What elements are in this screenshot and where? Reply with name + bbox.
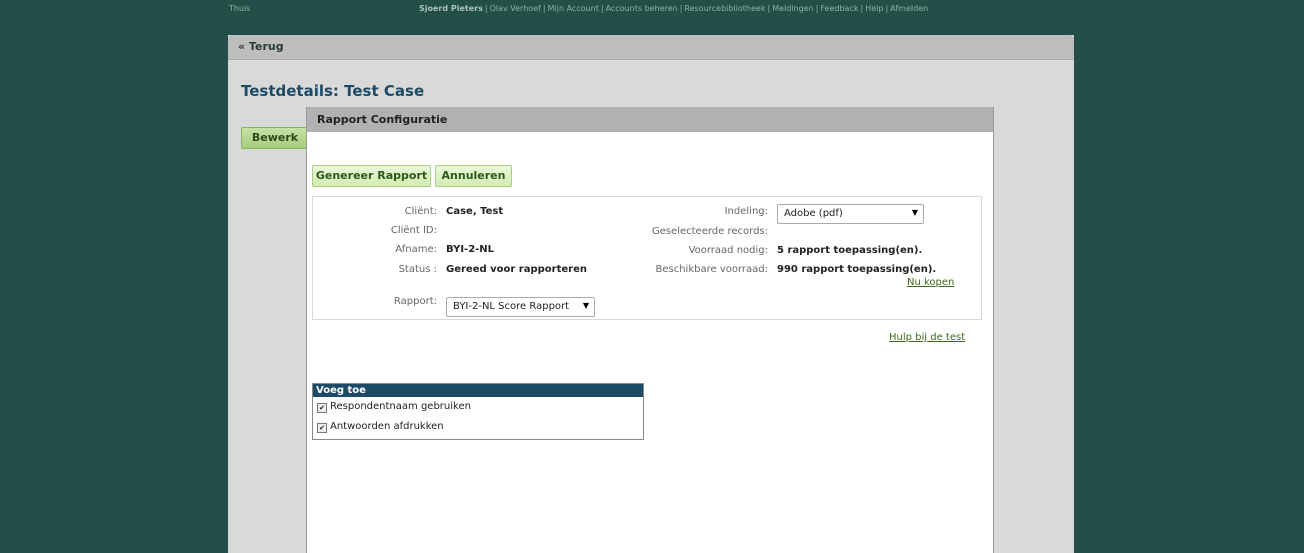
report-info-panel: Cliënt: Case, Test Cliënt ID: Afname: BY… — [312, 196, 982, 320]
generate-report-button[interactable]: Genereer Rapport — [312, 165, 431, 187]
nav-link-olav[interactable]: Olav Verhoef — [490, 4, 541, 13]
nav-separator: | — [600, 4, 604, 13]
client-id-label: Cliënt ID: — [390, 225, 437, 236]
nav-separator: | — [484, 4, 488, 13]
nav-link-afmelden[interactable]: Afmelden — [890, 4, 928, 13]
indeling-select-value: Adobe (pdf) — [784, 208, 843, 219]
chevron-down-icon: ▼ — [582, 301, 589, 310]
rapport-select[interactable]: BYI-2-NL Score Rapport ▼ — [446, 297, 595, 317]
cancel-button[interactable]: Annuleren — [435, 165, 512, 187]
back-link[interactable]: « Terug — [238, 40, 284, 53]
nav-separator: | — [679, 4, 683, 13]
indeling-select[interactable]: Adobe (pdf) ▼ — [777, 204, 924, 224]
status-label: Status : — [398, 264, 437, 275]
records-label: Geselecteerde records: — [651, 226, 768, 237]
nav-separator: | — [767, 4, 771, 13]
option-label: Antwoorden afdrukken — [330, 421, 444, 432]
dialog-title: Rapport Configuratie — [317, 113, 448, 126]
checkbox-checked-icon[interactable]: ✔ — [317, 403, 327, 413]
add-options-header: Voeg toe — [313, 384, 643, 397]
indeling-label: Indeling: — [724, 206, 768, 217]
add-options-panel: Voeg toe ✔ Respondentnaam gebruiken ✔ Antw… — [312, 383, 644, 440]
option-label: Respondentnaam gebruiken — [330, 401, 471, 412]
nav-link-feedback[interactable]: Feedback — [820, 4, 858, 13]
page-title: Testdetails: Test Case — [241, 82, 425, 100]
voorraad-label: Voorraad nodig: — [688, 245, 768, 256]
client-label: Cliënt: — [404, 206, 437, 217]
rapport-select-value: BYI-2-NL Score Rapport — [453, 301, 570, 312]
voorraad-value: 5 rapport toepassing(en). — [777, 245, 923, 256]
nav-home-link[interactable]: Thuis — [229, 4, 250, 13]
nav-separator: | — [815, 4, 819, 13]
checkbox-checked-icon[interactable]: ✔ — [317, 423, 327, 433]
nav-separator: | — [885, 4, 889, 13]
beschikbaar-value: 990 rapport toepassing(en). — [777, 264, 937, 275]
option-print-answers[interactable]: ✔ Antwoorden afdrukken — [317, 421, 444, 433]
afname-value: BYI-2-NL — [446, 244, 495, 255]
report-config-dialog: Rapport Configuratie Genereer Rapport An… — [306, 107, 994, 553]
nav-link-help[interactable]: Help — [865, 4, 883, 13]
nav-user-name[interactable]: Sjoerd Pieters — [419, 4, 483, 13]
top-navigation: Thuis Sjoerd Pieters | Olav Verhoef | Mijn A… — [0, 0, 1304, 18]
nav-separator: | — [542, 4, 546, 13]
nav-link-meldingen[interactable]: Meldingen — [772, 4, 814, 13]
chevron-down-icon: ▼ — [911, 208, 918, 217]
dialog-header: Rapport Configuratie — [307, 107, 993, 132]
nav-link-mijn-account[interactable]: Mijn Account — [548, 4, 599, 13]
beschikbaar-label: Beschikbare voorraad: — [655, 264, 769, 275]
status-value: Gereed voor rapporteren — [446, 264, 587, 275]
back-bar: « Terug — [228, 35, 1074, 60]
buy-now-link[interactable]: Nu kopen — [907, 277, 954, 288]
edit-button[interactable]: Bewerk — [241, 127, 309, 149]
nav-link-resourcebibliotheek[interactable]: Resourcebibliotheek — [684, 4, 765, 13]
client-value: Case, Test — [446, 206, 504, 217]
afname-label: Afname: — [395, 244, 437, 255]
rapport-label: Rapport: — [393, 296, 437, 307]
option-respondent-name[interactable]: ✔ Respondentnaam gebruiken — [317, 401, 471, 413]
nav-separator: | — [860, 4, 864, 13]
nav-link-accounts-beheren[interactable]: Accounts beheren — [606, 4, 678, 13]
nav-links: Sjoerd Pieters | Olav Verhoef | Mijn Account… — [418, 4, 929, 13]
test-help-link[interactable]: Hulp bij de test — [889, 332, 965, 343]
